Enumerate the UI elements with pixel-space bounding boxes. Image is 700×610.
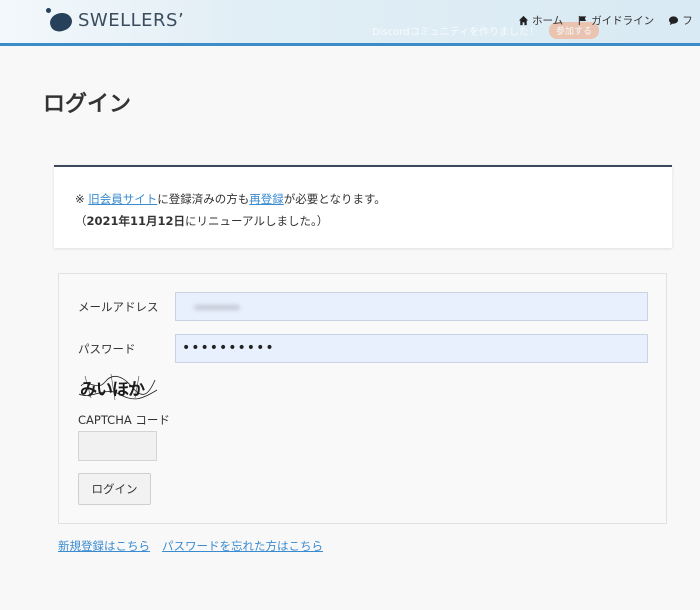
nav-item-home[interactable]: ホーム: [518, 13, 563, 28]
re-register-link[interactable]: 再登録: [249, 192, 284, 206]
logo-text: SWELLERS’: [78, 9, 185, 31]
site-header: SWELLERS’ Discordコミュニティを作りました！ 参加する ホーム …: [0, 0, 700, 46]
notice-line-1: ※ 旧会員サイトに登録済みの方も再登録が必要となります。: [75, 188, 672, 210]
notice-paren-open: （: [75, 214, 87, 228]
notice-box: ※ 旧会員サイトに登録済みの方も再登録が必要となります。 （2021年11月12…: [54, 165, 672, 248]
email-label: メールアドレス: [78, 300, 159, 314]
login-page: SWELLERS’ Discordコミュニティを作りました！ 参加する ホーム …: [0, 0, 700, 610]
email-field[interactable]: [175, 292, 648, 321]
page-title: ログイン: [43, 92, 132, 117]
captcha-label: CAPTCHA コード: [78, 413, 170, 427]
nav-label-guidelines: ガイドライン: [591, 15, 655, 27]
account-links: 新規登録はこちら パスワードを忘れた方はこちら: [58, 538, 335, 554]
captcha-image: みいほか: [78, 373, 158, 401]
notice-text-3: にリニューアルしました。）: [185, 214, 329, 228]
login-form: メールアドレス パスワード •••••••••• みいほか CAPTCHA コー…: [58, 273, 667, 524]
renewal-date: 2021年11月12日: [86, 214, 186, 228]
header-nav: ホーム ガイドライン フ: [518, 13, 700, 28]
forgot-password-link[interactable]: パスワードを忘れた方はこちら: [162, 539, 323, 553]
register-link[interactable]: 新規登録はこちら: [58, 539, 150, 553]
nav-item-guidelines[interactable]: ガイドライン: [577, 13, 654, 28]
banner-text: Discordコミュニティを作りました！: [372, 27, 539, 38]
site-logo[interactable]: SWELLERS’: [44, 8, 185, 35]
old-member-site-link[interactable]: 旧会員サイト: [88, 192, 157, 206]
password-field[interactable]: ••••••••••: [175, 334, 648, 363]
captcha-input[interactable]: [78, 431, 157, 461]
nav-label-home: ホーム: [532, 15, 564, 27]
login-button[interactable]: ログイン: [78, 473, 151, 505]
speech-bubble-icon: [669, 16, 679, 26]
password-label: パスワード: [78, 342, 136, 356]
logo-drop-icon: [44, 8, 75, 35]
captcha-text: みいほか: [80, 380, 145, 400]
notice-line-2: （2021年11月12日にリニューアルしました。）: [75, 210, 672, 232]
home-icon: [518, 15, 529, 26]
notice-text-2: が必要となります。: [283, 192, 386, 206]
nav-item-forum[interactable]: フ: [668, 13, 693, 28]
notice-prefix: ※: [75, 192, 89, 206]
email-value-blurred: [194, 305, 240, 310]
nav-label-forum: フ: [682, 15, 693, 27]
notice-text-1: に登録済みの方も: [157, 192, 250, 206]
flag-icon: [579, 15, 587, 26]
